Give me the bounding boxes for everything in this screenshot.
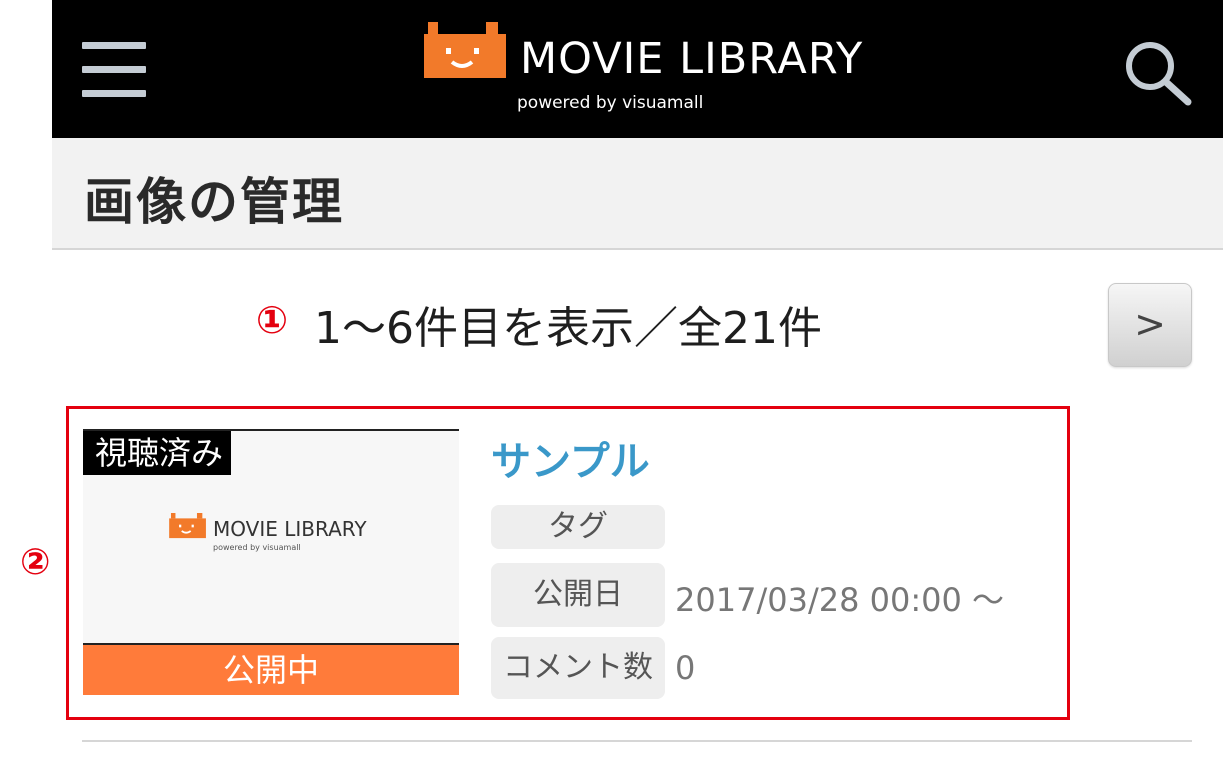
pagination-info: 1〜6件目を表示／全21件 xyxy=(314,303,822,354)
logo-mascot-icon xyxy=(169,513,206,539)
image-list-item[interactable]: 視聴済み MOVIE LIBRARY powered by visuamall … xyxy=(66,406,1070,720)
page-title-bar: 画像の管理 xyxy=(52,138,1223,250)
next-page-button[interactable]: > xyxy=(1108,283,1192,367)
site-logo[interactable]: MOVIE LIBRARY powered by visuamall xyxy=(424,20,864,120)
pagination-bar: ① 1〜6件目を表示／全21件 > xyxy=(52,270,1223,380)
publish-date-label: 公開日 xyxy=(491,563,665,627)
item-thumbnail[interactable]: 視聴済み MOVIE LIBRARY powered by visuamall … xyxy=(83,429,459,695)
search-icon[interactable] xyxy=(1122,38,1194,106)
annotation-marker-1: ① xyxy=(256,298,289,342)
thumbnail-logo-subtitle: powered by visuamall xyxy=(213,543,301,552)
tag-label: タグ xyxy=(491,505,665,549)
logo-subtitle: powered by visuamall xyxy=(517,93,704,113)
thumbnail-logo-text: MOVIE LIBRARY xyxy=(213,517,367,541)
page-title: 画像の管理 xyxy=(84,173,344,231)
annotation-marker-2: ② xyxy=(20,542,51,583)
top-navigation-bar: MOVIE LIBRARY powered by visuamall xyxy=(52,0,1223,138)
watched-badge: 視聴済み xyxy=(83,431,232,475)
logo-text: MOVIE LIBRARY xyxy=(520,34,864,84)
hamburger-menu-icon[interactable] xyxy=(82,42,148,102)
app-frame: MOVIE LIBRARY powered by visuamall 画像の管理… xyxy=(20,0,1223,757)
comment-count-value: 0 xyxy=(675,649,696,687)
publish-status-badge: 公開中 xyxy=(83,643,459,695)
comment-count-label: コメント数 xyxy=(491,637,665,699)
thumbnail-logo: MOVIE LIBRARY powered by visuamall xyxy=(169,513,429,563)
divider xyxy=(82,740,1192,742)
logo-mascot-icon xyxy=(424,22,506,78)
publish-date-value: 2017/03/28 00:00 〜 xyxy=(675,581,1005,619)
item-title-link[interactable]: サンプル xyxy=(491,429,650,487)
